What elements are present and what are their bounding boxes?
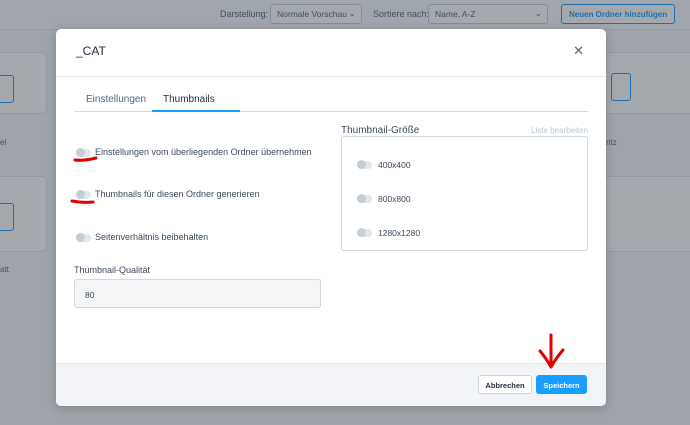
thumbnail-quality-label: Thumbnail-Qualität bbox=[74, 265, 151, 275]
thumbnail-size-list: 400x400 800x800 1280x1280 bbox=[341, 136, 588, 251]
tab-einstellungen[interactable]: Einstellungen bbox=[86, 94, 146, 105]
active-tab-indicator bbox=[152, 110, 240, 112]
size-toggle-800[interactable] bbox=[357, 194, 372, 203]
generate-thumbnails-label: Thumbnails für diesen Ordner generieren bbox=[95, 189, 260, 199]
folder-settings-modal: _CAT ✕ Einstellungen Thumbnails Einstell… bbox=[56, 29, 606, 406]
title-divider bbox=[56, 76, 606, 77]
modal-tabs: Einstellungen Thumbnails bbox=[74, 91, 588, 112]
keep-aspect-ratio-label: Seitenverhältnis beibehalten bbox=[95, 232, 209, 242]
modal-title: _CAT bbox=[76, 44, 106, 58]
cancel-button[interactable]: Abbrechen bbox=[478, 375, 532, 394]
size-label-1280: 1280x1280 bbox=[378, 228, 421, 238]
close-icon[interactable]: ✕ bbox=[573, 43, 584, 59]
inherit-settings-toggle[interactable] bbox=[76, 148, 91, 157]
size-toggle-1280[interactable] bbox=[357, 228, 372, 237]
inherit-settings-label: Einstellungen vom überliegenden Ordner ü… bbox=[95, 147, 312, 157]
generate-thumbnails-toggle[interactable] bbox=[76, 190, 91, 199]
size-label-400: 400x400 bbox=[378, 160, 411, 170]
save-button[interactable]: Speichern bbox=[536, 375, 587, 394]
thumbnail-quality-input[interactable]: 80 bbox=[74, 279, 321, 308]
size-label-800: 800x800 bbox=[378, 194, 411, 204]
modal-footer: Abbrechen Speichern bbox=[56, 363, 606, 406]
tab-thumbnails[interactable]: Thumbnails bbox=[163, 94, 215, 105]
keep-aspect-ratio-toggle[interactable] bbox=[76, 233, 91, 242]
size-toggle-400[interactable] bbox=[357, 160, 372, 169]
thumbnail-size-title: Thumbnail-Größe bbox=[341, 125, 420, 136]
edit-list-link[interactable]: Liste bearbeiten bbox=[531, 126, 588, 135]
